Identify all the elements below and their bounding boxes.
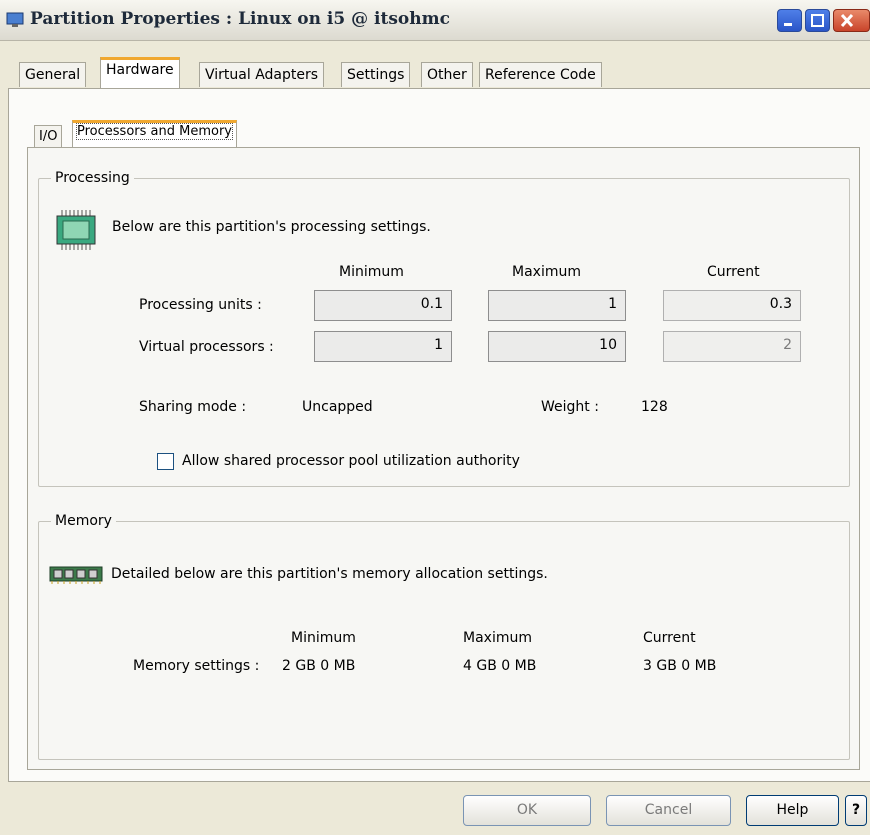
maximize-icon [811,14,824,27]
tab-virtual-adapters[interactable]: Virtual Adapters [199,62,325,87]
memory-legend: Memory [55,513,112,529]
processing-header-minimum: Minimum [339,264,404,280]
tab-hardware[interactable]: Hardware [100,57,180,88]
processing-group: Processing [38,170,850,487]
memory-header-maximum: Maximum [463,630,532,646]
help-button[interactable]: Help [746,795,839,826]
memory-settings-label: Memory settings : [133,658,260,674]
sharing-mode-value: Uncapped [302,399,373,415]
processing-description: Below are this partition's processing se… [112,219,431,235]
memory-current-value: 3 GB 0 MB [643,658,717,674]
virtual-processors-maximum-field[interactable]: 10 [488,331,626,362]
memory-maximum-value: 4 GB 0 MB [463,658,537,674]
title-bar[interactable]: Partition Properties : Linux on i5 @ its… [0,0,870,41]
close-button[interactable] [833,9,870,32]
subtab-processors-memory[interactable]: Processors and Memory [72,120,237,147]
context-help-button[interactable]: ? [845,795,867,826]
memory-header-minimum: Minimum [291,630,356,646]
virtual-processors-label: Virtual processors : [139,339,274,355]
weight-label: Weight : [541,399,599,415]
shared-pool-authority-label[interactable]: Allow shared processor pool utilization … [182,453,520,469]
tab-other[interactable]: Other [421,62,473,87]
tab-general[interactable]: General [19,62,87,87]
processor-chip-icon [56,210,96,250]
processing-legend: Processing [55,170,130,186]
weight-value: 128 [641,399,668,415]
processing-units-minimum-field[interactable]: 0.1 [314,290,452,321]
ok-button[interactable]: OK [463,795,591,826]
monitor-icon [6,12,24,27]
memory-module-icon [49,566,103,584]
minimize-button[interactable] [777,9,802,32]
tab-reference-code[interactable]: Reference Code [479,62,602,87]
memory-minimum-value: 2 GB 0 MB [282,658,356,674]
cancel-button[interactable]: Cancel [606,795,731,826]
processing-units-maximum-field[interactable]: 1 [488,290,626,321]
processing-header-maximum: Maximum [512,264,581,280]
processing-header-current: Current [707,264,760,280]
sharing-mode-label: Sharing mode : [139,399,247,415]
close-icon [840,13,854,28]
processing-units-label: Processing units : [139,297,262,313]
window-title: Partition Properties : Linux on i5 @ its… [30,9,450,29]
maximize-button[interactable] [805,9,830,32]
minimize-icon [784,23,792,26]
memory-group: Memory [38,513,850,760]
virtual-processors-minimum-field[interactable]: 1 [314,331,452,362]
virtual-processors-current-field: 2 [663,331,801,362]
shared-pool-authority-checkbox[interactable] [157,453,174,470]
processing-units-current-field: 0.3 [663,290,801,321]
memory-header-current: Current [643,630,696,646]
memory-description: Detailed below are this partition's memo… [111,566,548,582]
tab-settings[interactable]: Settings [341,62,411,87]
subtab-io[interactable]: I/O [34,125,63,147]
